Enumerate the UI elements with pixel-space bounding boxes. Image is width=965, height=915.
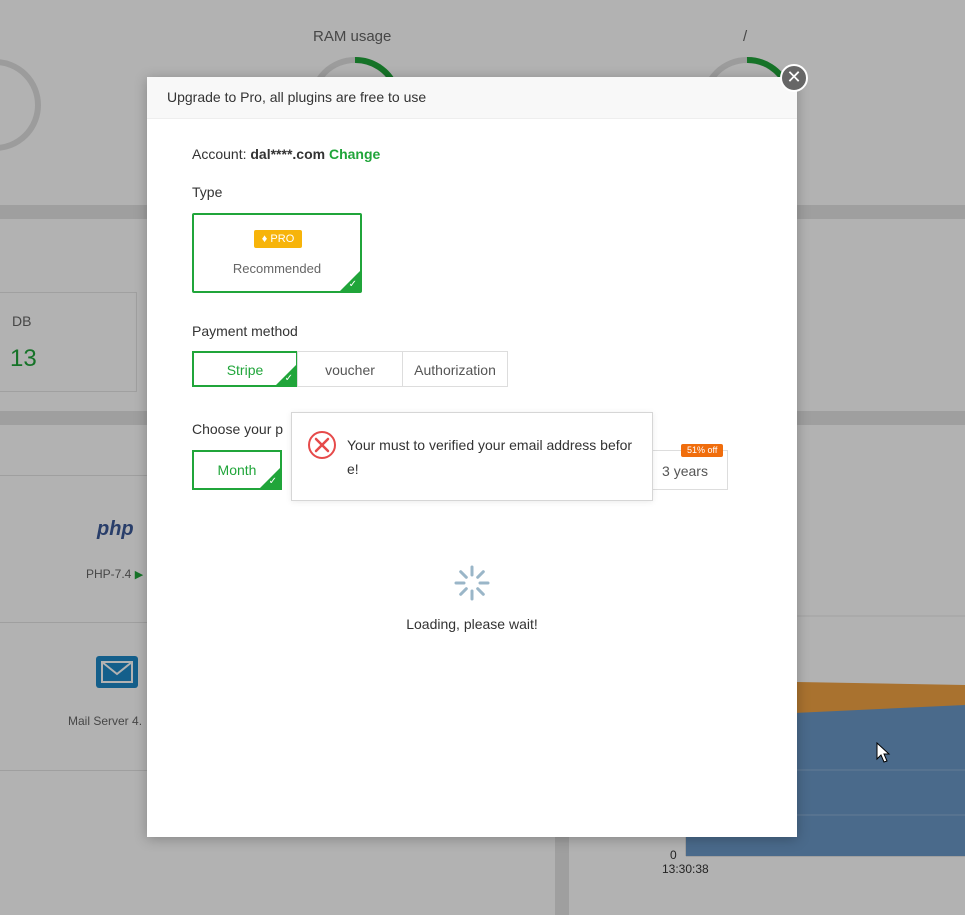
error-icon [308, 431, 336, 459]
account-email: dal****.com [250, 146, 326, 162]
error-toast: Your must to verified your email address… [291, 412, 653, 501]
close-icon[interactable]: ✕ [780, 64, 808, 92]
pro-type-option[interactable]: ♦ PRO Recommended ✓ [192, 213, 362, 293]
payment-method-label: Payment method [192, 323, 298, 339]
account-row: Account: dal****.com Change [192, 146, 380, 162]
payment-voucher[interactable]: voucher [297, 351, 403, 387]
pro-badge-text: PRO [270, 233, 295, 245]
diamond-icon: ♦ [261, 233, 268, 245]
account-label: Account: [192, 146, 247, 162]
payment-authorization[interactable]: Authorization [402, 351, 508, 387]
check-icon: ✓ [348, 279, 357, 290]
payment-stripe-label: Stripe [226, 362, 264, 378]
change-account-link[interactable]: Change [329, 146, 380, 162]
plan-month-label: Month [217, 462, 257, 478]
loading-spinner-icon [454, 565, 490, 601]
payment-stripe[interactable]: Stripe ✓ [192, 351, 298, 387]
plan-month[interactable]: Month ✓ [192, 450, 282, 490]
check-icon: ✓ [268, 476, 277, 487]
plan-label: Choose your p [192, 421, 284, 437]
discount-badge: 51% off [681, 444, 724, 457]
modal-title: Upgrade to Pro, all plugins are free to … [147, 77, 797, 119]
error-message: Your must to verified your email address… [347, 437, 633, 477]
check-icon: ✓ [284, 373, 293, 384]
type-label: Type [192, 184, 223, 200]
mouse-cursor-icon [876, 742, 891, 763]
recommended-label: Recommended [232, 261, 322, 276]
pro-badge: ♦ PRO [254, 230, 302, 248]
loading-text: Loading, please wait! [406, 616, 538, 632]
